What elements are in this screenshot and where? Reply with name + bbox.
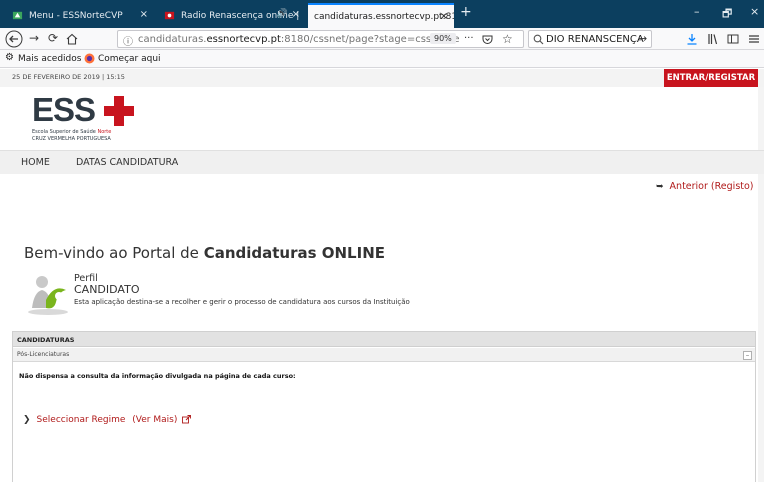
page-title-bold: Candidaturas ONLINE <box>203 244 385 262</box>
select-regime-label: Seleccionar Regime <box>36 415 126 425</box>
search-go-icon[interactable]: → <box>638 32 647 45</box>
search-text: DIO RENANSCENÇA <box>546 34 644 45</box>
menu-datas-candidatura[interactable]: DATAS CANDIDATURA <box>76 157 178 168</box>
tab-candidaturas[interactable]: candidaturas.essnortecvp.pt:8180/ × <box>308 3 454 28</box>
collapse-button[interactable]: – <box>743 351 752 360</box>
logo-letters: ESS <box>32 91 96 128</box>
radio-favicon-icon <box>164 11 175 20</box>
panel-header: CANDIDATURAS <box>13 332 755 347</box>
red-cross-icon <box>104 96 134 126</box>
tab-close-icon[interactable]: × <box>140 9 148 20</box>
bookmark-comecar-aqui[interactable]: Começar aqui <box>98 54 161 64</box>
tab-label: candidaturas.essnortecvp.pt:8180/ <box>314 11 454 22</box>
select-regime-link[interactable]: ❯ Seleccionar Regime (Ver Mais) <box>23 415 192 425</box>
back-button[interactable] <box>5 30 23 48</box>
tab-label: Menu - ESSNorteCVP <box>29 10 123 21</box>
logo-org: CRUZ VERMELHA PORTUGUESA <box>32 136 111 142</box>
page-title-prefix: Bem-vindo ao Portal de <box>24 244 204 262</box>
bookmark-star-icon[interactable]: ☆ <box>502 32 513 46</box>
profile-role: CANDIDATO <box>74 283 140 296</box>
sidebar-icon[interactable] <box>727 33 739 45</box>
ver-mais-link[interactable]: (Ver Mais) <box>132 415 177 425</box>
browser-tab-bar: Menu - ESSNorteCVP × Radio Renascença on… <box>0 0 764 28</box>
firefox-icon <box>84 53 95 64</box>
bookmarks-toolbar: ⚙ Mais acedidos Começar aqui <box>0 50 764 68</box>
url-bar[interactable]: ⓘ candidaturas.essnortecvp.pt:8180/cssne… <box>117 30 524 48</box>
browser-nav-bar: → ⟳ ⓘ candidaturas.essnortecvp.pt:8180/c… <box>0 28 764 50</box>
tab-close-icon[interactable]: × <box>292 9 300 20</box>
date-time: 25 DE FEVEREIRO DE 2019 | 15:15 <box>12 73 125 81</box>
menu-home[interactable]: HOME <box>21 157 50 168</box>
page-title: Bem-vindo ao Portal de Candidaturas ONLI… <box>24 244 385 262</box>
candidaturas-panel: CANDIDATURAS Pós-Licenciaturas – Não dis… <box>12 331 756 482</box>
logo-subtitle-accent: Norte <box>97 129 112 135</box>
url-domain: essnortecvp.pt <box>206 34 281 45</box>
search-icon <box>533 34 544 45</box>
tab-close-icon[interactable]: × <box>440 11 448 22</box>
bookmark-mais-acedidos[interactable]: Mais acedidos <box>18 54 81 64</box>
profile-description: Esta aplicação destina-se a recolher e g… <box>74 298 410 306</box>
audio-playing-icon[interactable]: 🔊 <box>277 9 288 19</box>
gear-icon: ⚙ <box>5 52 14 63</box>
chevron-right-icon: ❯ <box>23 415 31 425</box>
hamburger-menu-icon[interactable] <box>748 33 760 45</box>
notice-text: Não dispensa a consulta da informação di… <box>19 372 296 380</box>
library-icon[interactable] <box>707 33 719 45</box>
zoom-indicator[interactable]: 90% <box>430 33 456 44</box>
previous-link-label: Anterior (Registo) <box>669 181 754 192</box>
forward-icon[interactable]: → <box>29 31 39 45</box>
site-logo[interactable]: ESS Escola Superior de Saúde Norte CRUZ … <box>32 91 152 147</box>
minimize-button[interactable]: – <box>694 5 700 18</box>
search-field[interactable]: DIO RENANSCENÇA → <box>528 30 652 48</box>
logo-subtitle-text: Escola Superior de Saúde <box>32 129 96 135</box>
downloads-icon[interactable] <box>686 33 698 45</box>
site-favicon-icon <box>12 11 23 20</box>
reload-icon[interactable]: ⟳ <box>48 31 58 45</box>
panel-subheader[interactable]: Pós-Licenciaturas <box>13 348 755 362</box>
site-menu-bar: HOME DATAS CANDIDATURA <box>0 150 764 174</box>
pocket-icon[interactable] <box>482 34 493 45</box>
page-actions-icon[interactable]: ··· <box>464 33 474 44</box>
logo-subtitle: Escola Superior de Saúde Norte <box>32 129 111 135</box>
maximize-button[interactable]: 🗗 <box>722 5 732 24</box>
back-arrow-icon: ➥ <box>656 182 664 192</box>
scrollbar[interactable] <box>758 87 764 482</box>
close-window-button[interactable]: × <box>750 5 759 18</box>
login-register-button[interactable]: ENTRAR/REGISTAR <box>664 69 758 87</box>
home-icon[interactable] <box>66 33 78 45</box>
url-prefix: candidaturas. <box>138 34 207 45</box>
tab-radio-renascenca[interactable]: Radio Renascença online | 🔊 × <box>156 3 306 28</box>
url-text: candidaturas.essnortecvp.pt:8180/cssnet/… <box>138 34 459 45</box>
external-link-icon[interactable] <box>182 415 192 424</box>
previous-link[interactable]: ➥ Anterior (Registo) <box>656 181 754 192</box>
tab-menu-essnortecvp[interactable]: Menu - ESSNorteCVP × <box>4 3 154 28</box>
candidate-profile-icon <box>28 276 68 315</box>
new-tab-button[interactable]: + <box>460 4 472 20</box>
info-icon[interactable]: ⓘ <box>123 33 133 48</box>
